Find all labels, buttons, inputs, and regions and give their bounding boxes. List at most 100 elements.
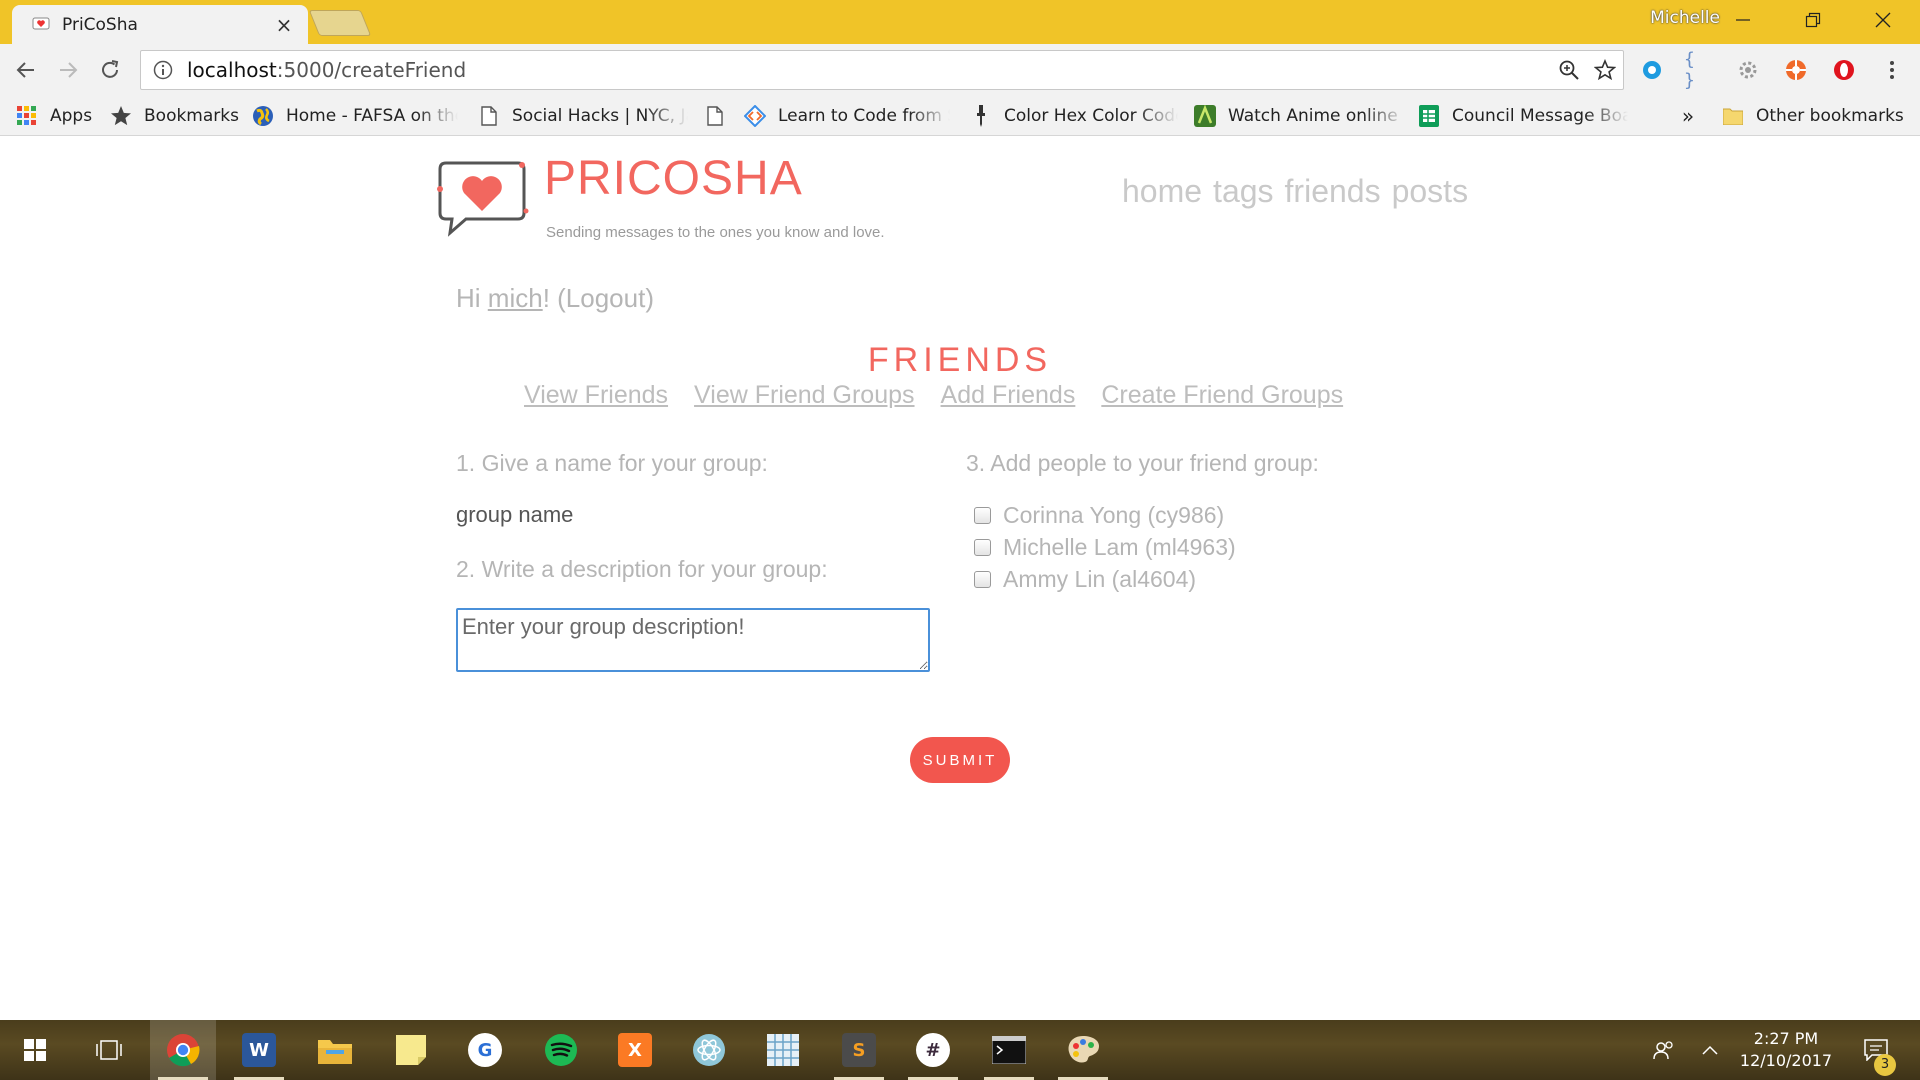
group-name-input[interactable]: [456, 495, 846, 535]
url-text[interactable]: localhost:5000/createFriend: [187, 58, 1551, 82]
browser-title-bar: PriCoSha × Michelle: [0, 0, 1920, 44]
section-title: FRIENDS: [867, 341, 1053, 379]
forward-arrow-icon[interactable]: [52, 54, 84, 86]
extension-braces-icon[interactable]: { }: [1684, 49, 1716, 91]
bookmark-label: Watch Anime online: [1228, 106, 1398, 126]
friend-option[interactable]: Corinna Yong (cy986): [974, 501, 1224, 529]
info-icon[interactable]: [151, 58, 175, 82]
dropper-icon: [970, 105, 992, 127]
taskbar-grid-app-icon[interactable]: [750, 1020, 816, 1080]
bookmark-social-hacks[interactable]: Social Hacks | NYC, Ja: [478, 96, 688, 136]
close-window-icon[interactable]: [1848, 0, 1918, 40]
logout-link[interactable]: (Logout): [557, 283, 654, 313]
reload-icon[interactable]: [94, 54, 126, 86]
username-link[interactable]: mich: [488, 283, 543, 313]
greeting: Hi mich! (Logout): [456, 283, 654, 314]
bookmark-learn-to-code[interactable]: Learn to Code from S: [744, 96, 950, 136]
windows-taskbar: W G X S # 2:27 PM 12/10/2017 3: [0, 1020, 1920, 1080]
bookmark-watch-anime[interactable]: Watch Anime online: [1194, 96, 1406, 136]
friend-checkbox[interactable]: [974, 570, 991, 588]
nav-tags-link[interactable]: tags: [1213, 173, 1273, 210]
taskbar-file-explorer-icon[interactable]: [302, 1020, 368, 1080]
brand-title[interactable]: PRICOSHA: [544, 151, 803, 206]
friend-checkbox[interactable]: [974, 538, 991, 556]
friend-option[interactable]: Ammy Lin (al4604): [974, 565, 1196, 593]
extension-opera-icon[interactable]: [1828, 54, 1860, 86]
nav-friends-link[interactable]: friends: [1285, 173, 1381, 210]
taskbar-slack-icon[interactable]: #: [900, 1020, 966, 1080]
address-bar[interactable]: localhost:5000/createFriend: [140, 50, 1624, 90]
taskbar-paint-icon[interactable]: [1050, 1020, 1116, 1080]
bookmark-bookmarks[interactable]: Bookmarks: [110, 96, 240, 136]
step1-label: 1. Give a name for your group:: [456, 450, 768, 476]
people-icon[interactable]: [1644, 1020, 1684, 1080]
browser-tab[interactable]: PriCoSha ×: [12, 5, 308, 44]
back-arrow-icon[interactable]: [10, 54, 42, 86]
extension-lifebuoy-icon[interactable]: [1780, 54, 1812, 86]
bookmark-untitled[interactable]: [704, 96, 734, 136]
bookmark-label: Color Hex Color Code: [1004, 106, 1178, 126]
friend-label: Michelle Lam (ml4963): [1003, 533, 1236, 560]
clock-time: 2:27 PM: [1753, 1029, 1819, 1048]
page-icon: [704, 105, 726, 127]
bookmark-fafsa[interactable]: Home - FAFSA on the: [252, 96, 458, 136]
submit-button[interactable]: SUBMIT: [910, 737, 1010, 783]
extension-gear-icon[interactable]: [1732, 54, 1764, 86]
bookmark-star-icon[interactable]: [1587, 52, 1623, 88]
task-view-icon[interactable]: [76, 1020, 142, 1080]
minimize-icon[interactable]: [1708, 0, 1778, 40]
taskbar-clock[interactable]: 2:27 PM 12/10/2017: [1716, 1028, 1856, 1072]
view-friends-link[interactable]: View Friends: [524, 381, 668, 410]
tab-close-icon[interactable]: ×: [272, 13, 296, 37]
nav-home-link[interactable]: home: [1122, 173, 1202, 210]
group-description-input[interactable]: [456, 608, 930, 672]
tab-title: PriCoSha: [62, 14, 138, 35]
bookmark-apps[interactable]: Apps: [16, 96, 96, 136]
star-icon: [110, 105, 132, 127]
menu-kebab-icon[interactable]: [1876, 54, 1908, 86]
bookmark-color-hex[interactable]: Color Hex Color Code: [970, 96, 1178, 136]
heart-chat-icon: [32, 17, 50, 33]
add-friends-link[interactable]: Add Friends: [941, 381, 1076, 410]
sheets-icon: [1418, 105, 1440, 127]
taskbar-word-icon[interactable]: W: [226, 1020, 292, 1080]
url-host: localhost: [187, 58, 277, 82]
pricosha-logo-icon[interactable]: [432, 157, 532, 239]
taskbar-xampp-icon[interactable]: X: [602, 1020, 668, 1080]
bookmark-council[interactable]: Council Message Boa: [1418, 96, 1628, 136]
taskbar-sublime-icon[interactable]: S: [826, 1020, 892, 1080]
other-bookmarks[interactable]: Other bookmarks: [1722, 96, 1912, 136]
overflow-label: »: [1681, 104, 1695, 128]
step2-label: 2. Write a description for your group:: [456, 556, 828, 582]
bookmark-label: Bookmarks: [144, 106, 239, 126]
nav-posts-link[interactable]: posts: [1392, 173, 1468, 210]
create-friend-groups-link[interactable]: Create Friend Groups: [1101, 381, 1343, 410]
step3-label: 3. Add people to your friend group:: [966, 450, 1319, 476]
friend-option[interactable]: Michelle Lam (ml4963): [974, 533, 1236, 561]
greeting-prefix: Hi: [456, 283, 488, 313]
zoom-icon[interactable]: [1551, 52, 1587, 88]
taskbar-electron-icon[interactable]: [676, 1020, 742, 1080]
taskbar-chrome-icon[interactable]: [150, 1020, 216, 1080]
friend-label: Corinna Yong (cy986): [1003, 501, 1225, 528]
friends-subnav: View Friends View Friend Groups Add Frie…: [524, 381, 1343, 410]
bookmarks-overflow-button[interactable]: »: [1676, 96, 1700, 136]
notification-badge: 3: [1874, 1054, 1896, 1076]
restore-icon[interactable]: [1778, 0, 1848, 40]
anime-icon: [1194, 105, 1216, 127]
friend-checkbox[interactable]: [974, 506, 991, 524]
taskbar-spotify-icon[interactable]: [528, 1020, 594, 1080]
profile-name[interactable]: Michelle: [1620, 8, 1720, 28]
bookmark-label: Council Message Boa: [1452, 106, 1628, 126]
view-friend-groups-link[interactable]: View Friend Groups: [694, 381, 914, 410]
bookmark-label: Home - FAFSA on the: [286, 106, 458, 126]
greeting-suffix: !: [542, 283, 558, 313]
taskbar-browser-app-icon[interactable]: G: [452, 1020, 518, 1080]
page-icon: [478, 105, 500, 127]
start-windows-icon[interactable]: [2, 1020, 68, 1080]
taskbar-sticky-notes-icon[interactable]: [378, 1020, 444, 1080]
taskbar-terminal-icon[interactable]: [976, 1020, 1042, 1080]
bookmark-label: Apps: [50, 106, 93, 126]
new-tab-button[interactable]: [308, 10, 372, 36]
extension-chat-icon[interactable]: [1636, 54, 1668, 86]
